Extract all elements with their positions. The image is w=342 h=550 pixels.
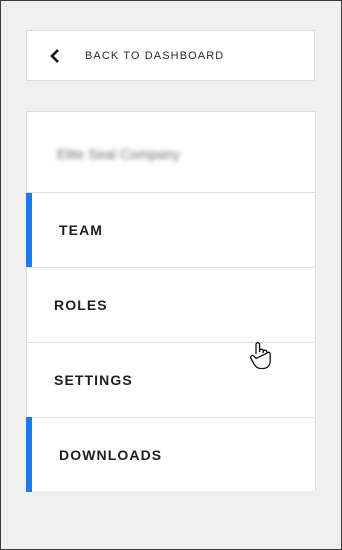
navigation-menu: Elite Seal Company TEAM ROLES SETTINGS D… xyxy=(26,111,316,492)
menu-item-settings[interactable]: SETTINGS xyxy=(27,343,315,418)
menu-item-team[interactable]: TEAM xyxy=(26,193,315,268)
company-name-row: Elite Seal Company xyxy=(27,112,315,193)
active-indicator xyxy=(26,193,32,267)
menu-item-roles[interactable]: ROLES xyxy=(27,268,315,343)
company-name: Elite Seal Company xyxy=(57,146,180,162)
menu-item-label: ROLES xyxy=(54,297,108,313)
menu-item-label: TEAM xyxy=(59,222,104,238)
menu-item-downloads[interactable]: DOWNLOADS xyxy=(26,417,315,492)
menu-item-label: DOWNLOADS xyxy=(59,446,163,463)
sidebar-panel: BACK TO DASHBOARD Elite Seal Company TEA… xyxy=(0,0,342,550)
hand-pointer-icon xyxy=(249,340,271,370)
back-to-dashboard-button[interactable]: BACK TO DASHBOARD xyxy=(26,30,315,81)
back-to-dashboard-label: BACK TO DASHBOARD xyxy=(85,49,225,62)
menu-item-label: SETTINGS xyxy=(54,372,133,388)
active-indicator xyxy=(26,417,32,492)
chevron-left-icon xyxy=(49,46,75,66)
